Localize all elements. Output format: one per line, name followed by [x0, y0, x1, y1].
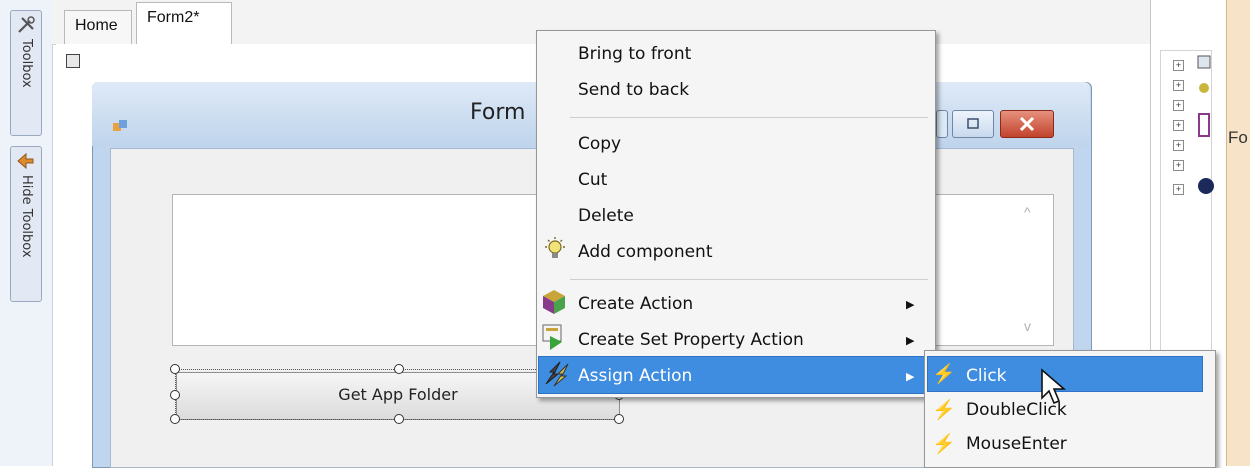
event-bolt-icon: ⚡ — [932, 400, 956, 421]
submenu-arrow-icon: ▶ — [906, 371, 915, 383]
menu-separator — [570, 117, 928, 118]
tree-expand-icon[interactable]: + — [1173, 80, 1184, 91]
menu-item-add-component[interactable]: Add component — [578, 242, 713, 262]
close-button[interactable] — [1000, 110, 1054, 138]
create-set-property-action-icon — [542, 324, 562, 350]
maximize-button[interactable] — [936, 110, 948, 138]
tab-form2[interactable]: Form2* — [136, 2, 232, 45]
mouse-cursor-icon — [1041, 368, 1067, 405]
create-action-icon — [543, 290, 565, 314]
menu-item-delete[interactable]: Delete — [578, 206, 634, 226]
submenu-item-mouseenter[interactable]: MouseEnter — [966, 434, 1067, 454]
submenu-item-click[interactable]: Click — [966, 366, 1007, 386]
form-icon — [113, 120, 127, 131]
menu-item-create-set-property-action[interactable]: Create Set Property Action — [578, 330, 804, 350]
restore-icon — [967, 118, 979, 129]
properties-header-label: Fo — [1228, 128, 1248, 147]
hide-toolbox-label: Hide Toolbox — [19, 175, 34, 258]
menu-separator — [570, 279, 928, 280]
restore-button[interactable] — [952, 110, 994, 138]
form-title: Form — [470, 100, 526, 125]
toolbox-label: Toolbox — [19, 39, 34, 88]
submenu-arrow-icon: ▶ — [906, 335, 915, 347]
close-icon — [1019, 116, 1035, 132]
tree-expand-icon[interactable]: + — [1173, 140, 1184, 151]
form-component-marker[interactable] — [66, 54, 80, 68]
resize-handle[interactable] — [394, 364, 404, 374]
tree-node-icons — [1197, 55, 1214, 194]
event-bolt-icon: ⚡ — [932, 434, 956, 455]
resize-handle[interactable] — [170, 364, 180, 374]
resize-handle[interactable] — [614, 414, 624, 424]
scroll-down-arrow[interactable]: v — [1024, 318, 1031, 334]
resize-handle[interactable] — [170, 414, 180, 424]
hide-toolbox-tab[interactable]: Hide Toolbox — [10, 146, 42, 302]
tree-expand-icon[interactable]: + — [1173, 60, 1184, 71]
tree-expand-icon[interactable]: + — [1173, 160, 1184, 171]
event-bolt-icon: ⚡ — [932, 364, 956, 385]
tree-expand-icon[interactable]: + — [1173, 120, 1184, 131]
menu-item-send-to-back[interactable]: Send to back — [578, 80, 689, 100]
resize-handle[interactable] — [170, 390, 180, 400]
tree-expand-icon[interactable]: + — [1173, 100, 1184, 111]
menu-item-assign-action[interactable]: Assign Action — [578, 366, 692, 386]
toolbox-strip: Toolbox Hide Toolbox — [0, 0, 53, 466]
resize-handle[interactable] — [394, 414, 404, 424]
toolbox-icon — [18, 16, 35, 33]
menu-item-create-action[interactable]: Create Action — [578, 294, 693, 314]
toolbox-tab[interactable]: Toolbox — [10, 10, 42, 136]
tab-home[interactable]: Home — [64, 10, 132, 44]
scroll-up-arrow[interactable]: ^ — [1024, 204, 1031, 220]
menu-item-bring-to-front[interactable]: Bring to front — [578, 44, 691, 64]
hide-toolbox-icon — [17, 152, 34, 170]
tree-expand-icon[interactable]: + — [1173, 184, 1184, 195]
properties-header-strip — [1226, 0, 1250, 466]
assign-action-icon — [545, 361, 569, 387]
menu-item-cut[interactable]: Cut — [578, 170, 607, 190]
lightbulb-icon — [545, 237, 565, 258]
submenu-arrow-icon: ▶ — [906, 299, 915, 311]
menu-item-copy[interactable]: Copy — [578, 134, 621, 154]
